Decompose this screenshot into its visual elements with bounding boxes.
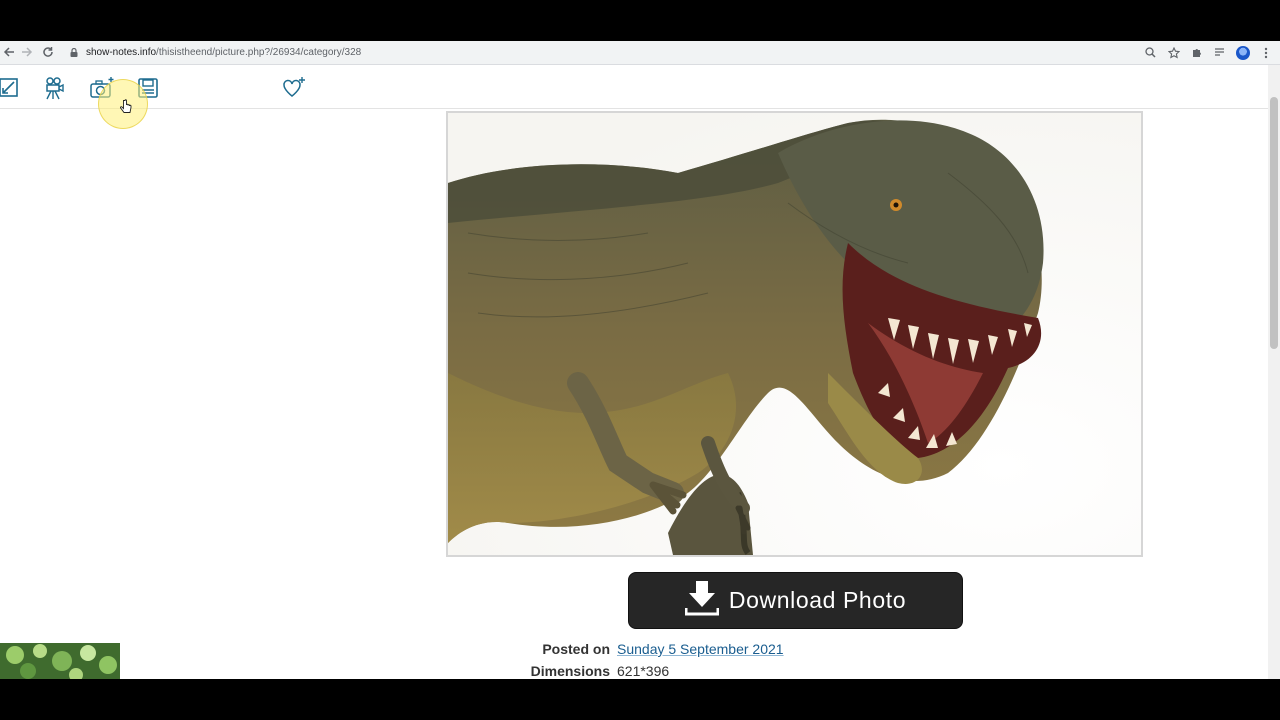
reload-icon[interactable] (39, 43, 57, 61)
bookmark-star-icon[interactable] (1165, 44, 1182, 61)
page-scrollbar[interactable] (1268, 65, 1280, 679)
browser-toolbar: show-notes.info/thisistheend/picture.php… (0, 41, 1280, 65)
web-page: Download Photo Posted on Sunday 5 Septem… (0, 65, 1268, 679)
zoom-icon[interactable] (1142, 44, 1159, 61)
video-letterbox-top (0, 0, 1280, 41)
browser-window: show-notes.info/thisistheend/picture.php… (0, 41, 1280, 679)
lock-icon (70, 47, 78, 57)
video-letterbox-bottom (0, 679, 1280, 720)
menu-dots-icon[interactable] (1257, 44, 1274, 61)
url-host: show-notes.info (86, 47, 157, 58)
download-icon (684, 580, 720, 622)
fullscreen-icon[interactable] (0, 75, 22, 101)
t-rex-image (448, 113, 1141, 555)
url-path: /thisistheend/picture.php?/26934/categor… (156, 47, 362, 58)
hand-cursor-icon (120, 99, 132, 120)
meta-posted-on: Posted on Sunday 5 September 2021 (470, 639, 784, 659)
meta-dimensions: Dimensions 621*396 (470, 661, 670, 679)
dimensions-value: 621*396 (617, 663, 670, 679)
meta-label: Posted on (542, 641, 610, 657)
posted-date-link[interactable]: Sunday 5 September 2021 (617, 641, 784, 657)
thumbnail-image[interactable] (0, 643, 120, 679)
extensions-icon[interactable] (1188, 44, 1205, 61)
reading-list-icon[interactable] (1211, 44, 1228, 61)
scrollbar-thumb[interactable] (1270, 97, 1278, 349)
meta-label: Dimensions (530, 663, 610, 679)
forward-icon[interactable] (18, 43, 36, 61)
profile-avatar[interactable] (1234, 44, 1251, 61)
picture-toolbar (0, 71, 1268, 109)
download-photo-label: Download Photo (728, 587, 907, 613)
main-photo[interactable] (446, 111, 1143, 557)
back-icon[interactable] (0, 43, 18, 61)
favorite-icon[interactable] (281, 75, 307, 101)
slideshow-icon[interactable] (41, 75, 67, 101)
address-bar[interactable]: show-notes.info/thisistheend/picture.php… (70, 44, 361, 61)
download-photo-button[interactable]: Download Photo (628, 572, 963, 629)
